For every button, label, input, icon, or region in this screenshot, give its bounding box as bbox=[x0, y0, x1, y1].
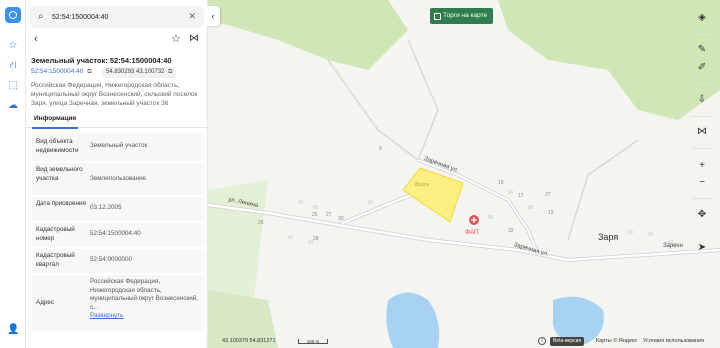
info-row: Кадастровый квартал 52:54:0000000 bbox=[32, 249, 204, 273]
info-row: Кадастровый номер 52:54:1500004:40 bbox=[32, 223, 204, 247]
house-number: 26 bbox=[258, 220, 264, 226]
tab-info[interactable]: Информация bbox=[31, 115, 79, 129]
edit-icon[interactable]: ✐ bbox=[694, 60, 710, 76]
zoom-in-button[interactable]: + bbox=[694, 158, 710, 174]
divider bbox=[692, 34, 712, 35]
coords-chip[interactable]: 54.830293 43.100732 ⧉ bbox=[102, 67, 177, 78]
info-row: Вид объекта недвижимости Земельный участ… bbox=[32, 133, 204, 161]
house-number: 30 bbox=[338, 216, 344, 222]
info-value: 52:54:1500004:40 bbox=[90, 230, 141, 237]
info-label: Дата присвоения bbox=[36, 200, 86, 207]
info-label: Вид земельного участка bbox=[36, 166, 83, 182]
panel-tabs: Информация bbox=[26, 112, 207, 129]
house-number: 27 bbox=[326, 212, 332, 218]
map-status-bar: 43.100379 54.831271 100 m i Beta-версия … bbox=[208, 336, 720, 348]
layers-icon[interactable]: ◈ bbox=[694, 10, 710, 26]
object-address: Российская Федерация, Нижегородская обла… bbox=[31, 82, 198, 107]
back-button[interactable]: ‹ bbox=[34, 33, 38, 45]
search-icon: ⌕ bbox=[38, 11, 44, 22]
cadastral-link[interactable]: 52:54:1500004:40 bbox=[31, 68, 83, 75]
house-number: 9 bbox=[379, 146, 382, 152]
coords-text: 54.830293 43.100732 bbox=[106, 69, 165, 75]
zoom-out-button[interactable]: − bbox=[694, 175, 710, 191]
star-icon[interactable]: ☆ bbox=[7, 40, 19, 52]
app-logo[interactable] bbox=[5, 7, 21, 23]
beta-badge[interactable]: Beta-версия bbox=[550, 337, 585, 346]
share-button[interactable]: ⋈ bbox=[189, 33, 199, 44]
map-canvas[interactable]: Заречная ул. ул. Ленина Заречная ул. Зар… bbox=[208, 0, 720, 348]
info-icon[interactable]: i bbox=[538, 337, 546, 345]
map-graphics bbox=[208, 0, 720, 348]
house-number: 15 bbox=[498, 180, 504, 186]
divider bbox=[692, 116, 712, 117]
select-area-icon[interactable]: ⬚ bbox=[7, 80, 19, 92]
address-value: Российская Федерация, Нижегородская обла… bbox=[90, 278, 199, 311]
house-number: 27 bbox=[545, 192, 551, 198]
share-map-icon[interactable]: ⋈ bbox=[694, 124, 710, 140]
house-number: 28 bbox=[313, 236, 319, 242]
scale-bar: 100 m bbox=[298, 339, 328, 344]
locate-icon[interactable]: ➤ bbox=[694, 240, 710, 256]
info-value: 03.12.2005 bbox=[90, 204, 122, 211]
divider bbox=[692, 148, 712, 149]
info-value: Российская Федерация, Нижегородская обла… bbox=[90, 278, 200, 321]
house-number: 17 bbox=[518, 193, 524, 199]
forest-area-top-left bbox=[208, 0, 408, 70]
track-north bbox=[407, 39, 439, 161]
fap-label: ФАП bbox=[465, 229, 479, 236]
route-icon[interactable]: ⛙ bbox=[7, 60, 19, 72]
clear-search-icon[interactable]: ✕ bbox=[188, 11, 196, 22]
house-number: 19 bbox=[548, 210, 554, 216]
street-label: Заречн bbox=[663, 243, 683, 249]
track-east bbox=[567, 139, 639, 241]
house-number: 32 bbox=[508, 228, 514, 234]
track-west bbox=[327, 59, 419, 161]
cad-row: 52:54:1500004:40 ⧉ 54.830293 43.100732 ⧉ bbox=[31, 67, 207, 78]
info-label: Кадастровый квартал bbox=[36, 252, 75, 268]
terms-link[interactable]: Условия использования bbox=[643, 338, 704, 344]
info-label: Адрес bbox=[36, 299, 55, 306]
forest-area-top-right bbox=[498, 0, 720, 120]
panel-toolbar: ‹ ☆ ⋈ bbox=[26, 32, 207, 48]
info-label: Вид объекта недвижимости bbox=[36, 138, 79, 154]
divider bbox=[692, 84, 712, 85]
object-panel: ⌕ ✕ ‹ ☆ ⋈ Земельный участок: 52:54:15000… bbox=[26, 0, 208, 348]
village-label: Заря bbox=[598, 232, 619, 242]
info-label: Кадастровый номер bbox=[36, 226, 75, 242]
info-value: Землепользование bbox=[90, 175, 147, 182]
copy-icon[interactable]: ⧉ bbox=[87, 69, 91, 76]
info-row: Адрес Российская Федерация, Нижегородска… bbox=[32, 275, 204, 331]
user-icon[interactable]: 👤 bbox=[7, 324, 19, 336]
left-rail: ☆ ⛙ ⬚ ☁ 👤 bbox=[0, 0, 26, 348]
search-box: ⌕ ✕ bbox=[30, 6, 204, 28]
divider bbox=[692, 198, 712, 199]
house-number: 25 bbox=[312, 212, 318, 218]
expand-link[interactable]: Развернуть bbox=[90, 312, 123, 319]
info-row: Вид земельного участка Землепользование bbox=[32, 163, 204, 195]
info-value: Земельный участок bbox=[90, 142, 148, 149]
collapse-panel-button[interactable]: ‹ bbox=[206, 6, 220, 26]
selected-parcel bbox=[402, 167, 464, 223]
cloud-download-icon[interactable]: ⇩ bbox=[694, 92, 710, 108]
parcel-label: Ворон bbox=[415, 182, 430, 188]
pencil-icon[interactable]: ✎ bbox=[694, 42, 710, 58]
map-credit[interactable]: Карты © Яндекс bbox=[596, 338, 637, 344]
info-value: 52:54:0000000 bbox=[90, 256, 133, 263]
cloud-icon[interactable]: ☁ bbox=[7, 100, 19, 112]
panel-title: Земельный участок: 52:54:1500004:40 bbox=[31, 56, 172, 65]
auctions-on-map-button[interactable]: Торги на карте bbox=[430, 8, 494, 24]
search-input[interactable] bbox=[52, 10, 182, 24]
copy-coords-icon[interactable]: ⧉ bbox=[168, 68, 172, 77]
favorite-button[interactable]: ☆ bbox=[171, 32, 181, 45]
cursor-coords: 43.100379 54.831271 bbox=[222, 338, 276, 344]
move-icon[interactable]: ✥ bbox=[694, 207, 710, 223]
info-row: Дата присвоения 03.12.2005 bbox=[32, 197, 204, 221]
